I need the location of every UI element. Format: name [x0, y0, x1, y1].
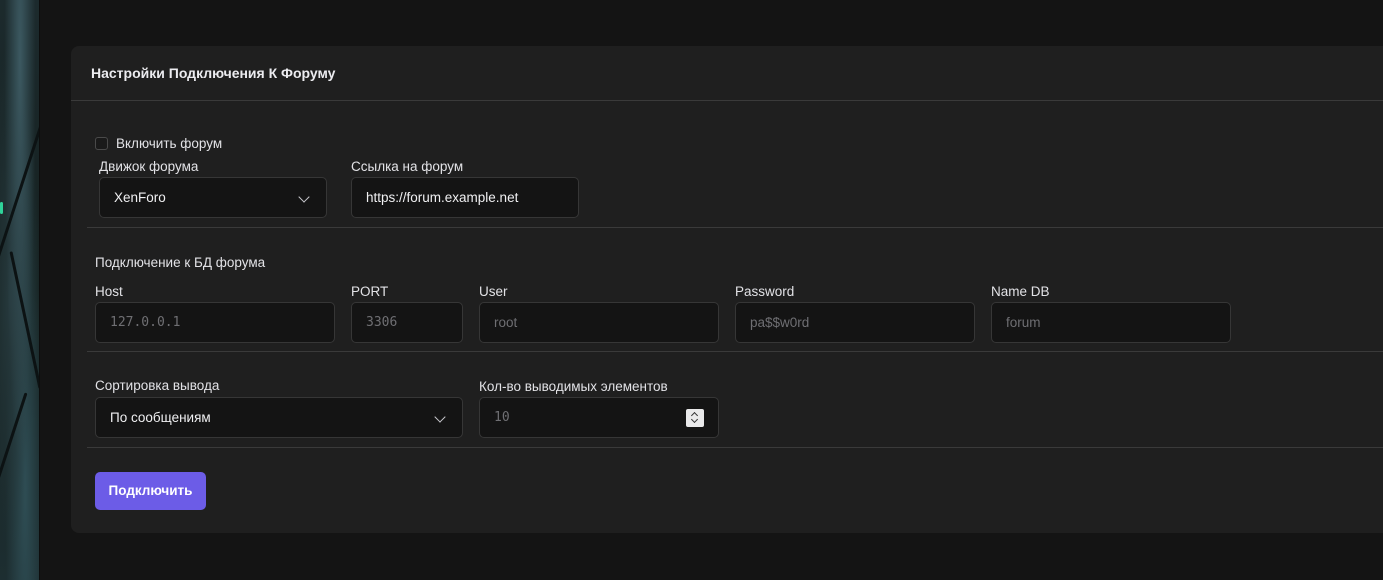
- dbname-label: Name DB: [991, 284, 1050, 299]
- user-placeholder: root: [494, 315, 518, 330]
- enable-forum-label[interactable]: Включить форум: [116, 136, 222, 151]
- host-input[interactable]: 127.0.0.1: [95, 302, 335, 343]
- port-label: PORT: [351, 284, 389, 299]
- connect-button[interactable]: Подключить: [95, 472, 206, 510]
- artwork-glow: [0, 202, 3, 214]
- host-label: Host: [95, 284, 123, 299]
- section-divider: [87, 447, 1383, 448]
- header-divider: [71, 100, 1383, 101]
- dbname-placeholder: forum: [1006, 315, 1041, 330]
- engine-select[interactable]: XenForo: [99, 177, 327, 218]
- count-input[interactable]: 10: [479, 397, 719, 438]
- chevron-down-icon: [434, 411, 446, 423]
- sort-select[interactable]: По сообщениям: [95, 397, 463, 438]
- count-label: Кол-во выводимых элементов: [479, 379, 668, 394]
- chevron-down-icon: [298, 191, 310, 203]
- engine-label: Движок форума: [99, 159, 199, 174]
- background-artwork: [0, 0, 40, 580]
- artwork-shape: [0, 392, 28, 508]
- user-label: User: [479, 284, 508, 299]
- number-stepper[interactable]: [686, 409, 704, 427]
- artwork-shape: [0, 123, 40, 297]
- section-divider: [87, 227, 1383, 228]
- port-placeholder: 3306: [366, 315, 398, 330]
- engine-select-value: XenForo: [114, 190, 166, 205]
- forum-url-label: Ссылка на форум: [351, 159, 464, 174]
- artwork-shape: [9, 251, 40, 389]
- password-input[interactable]: pa$$w0rd: [735, 302, 975, 343]
- user-input[interactable]: root: [479, 302, 719, 343]
- forum-settings-card: Настройки Подключения К Форуму Включить …: [71, 46, 1383, 533]
- count-placeholder: 10: [494, 410, 510, 425]
- port-input[interactable]: 3306: [351, 302, 463, 343]
- sort-select-value: По сообщениям: [110, 410, 211, 425]
- password-placeholder: pa$$w0rd: [750, 315, 810, 330]
- password-label: Password: [735, 284, 795, 299]
- enable-forum-checkbox[interactable]: [95, 137, 108, 150]
- dbname-input[interactable]: forum: [991, 302, 1231, 343]
- artwork-edge: [39, 0, 40, 580]
- section-divider: [87, 351, 1383, 352]
- host-placeholder: 127.0.0.1: [110, 315, 181, 330]
- stepper-down-icon[interactable]: [690, 415, 699, 424]
- forum-url-input[interactable]: https://forum.example.net: [351, 177, 579, 218]
- forum-url-value: https://forum.example.net: [366, 190, 519, 205]
- sort-label: Сортировка вывода: [95, 378, 220, 393]
- db-section-label: Подключение к БД форума: [95, 255, 266, 270]
- card-title: Настройки Подключения К Форуму: [91, 65, 336, 81]
